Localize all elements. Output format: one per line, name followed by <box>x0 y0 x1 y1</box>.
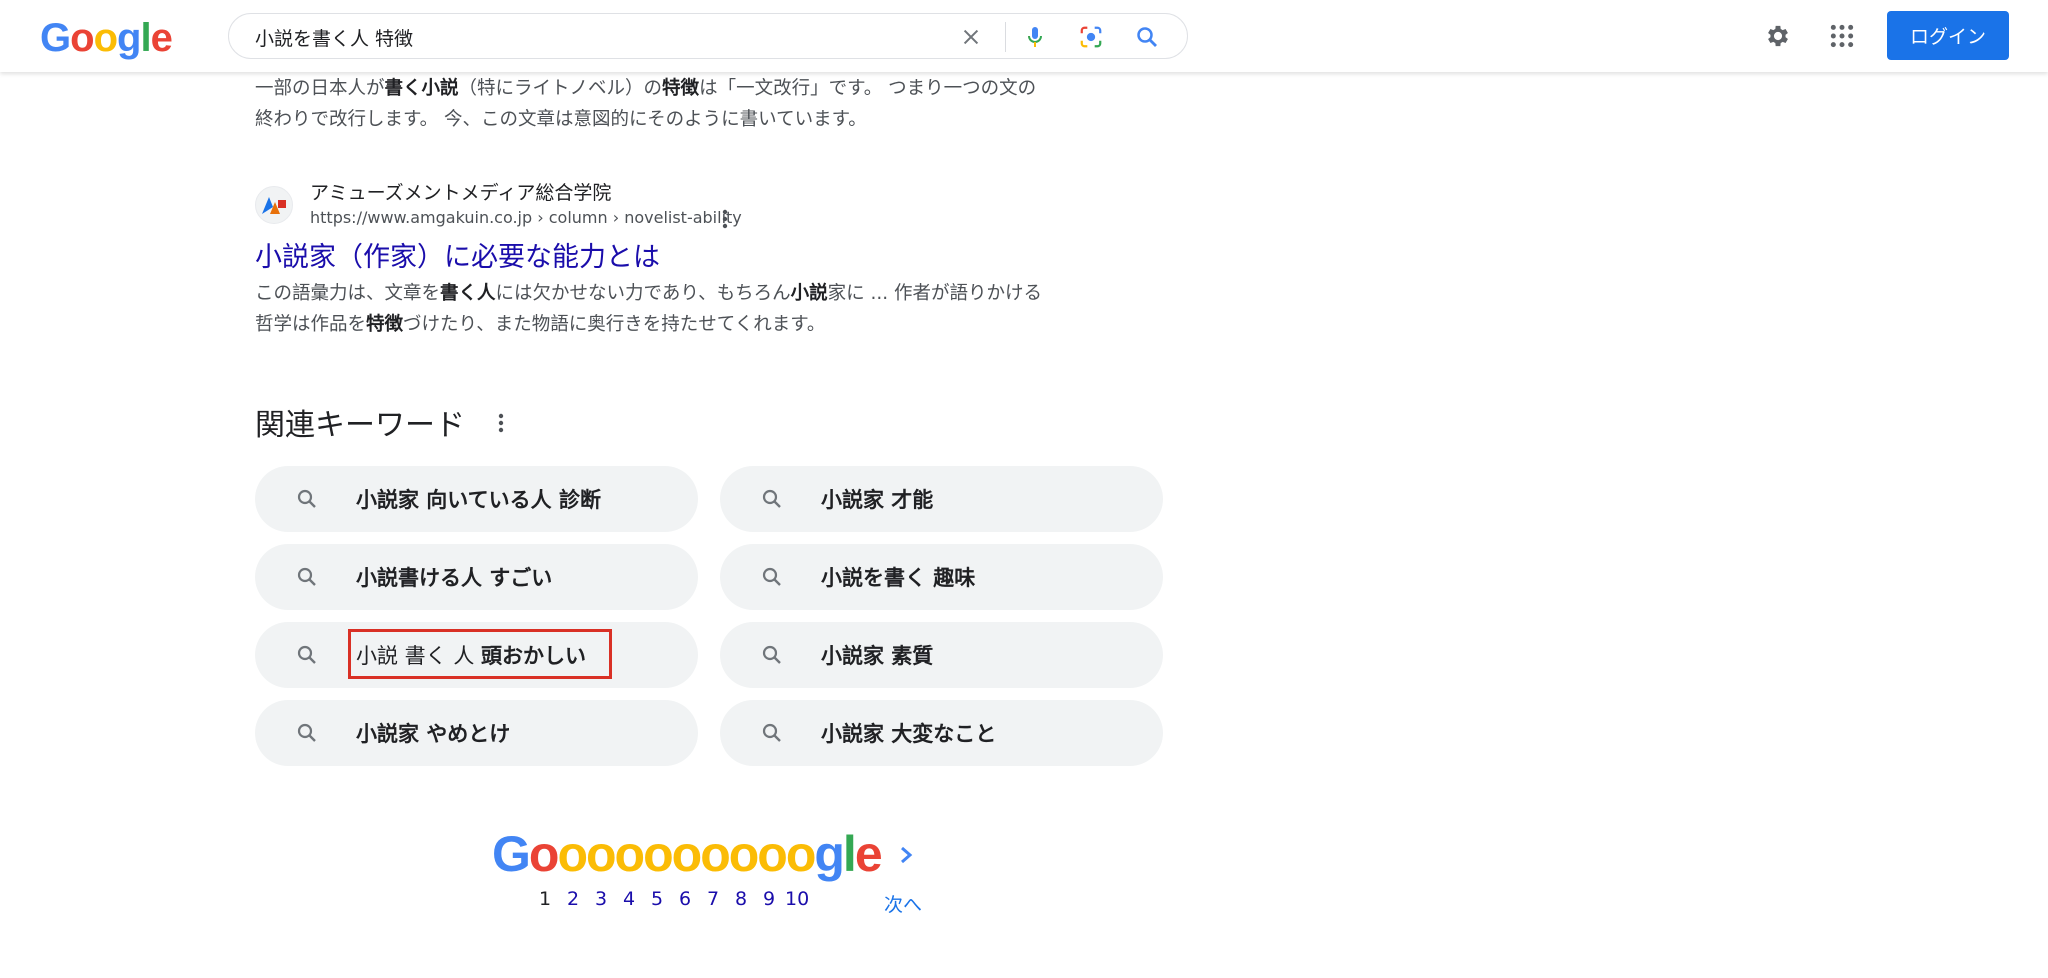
logo-letter: o <box>93 16 118 60</box>
pagination-logo-letter: o <box>728 826 760 882</box>
snippet-line: この語彙力は、文章を書く人には欠かせない力であり、もちろん小説家に ... 作者… <box>255 278 1095 309</box>
page-number-link[interactable]: 7 <box>707 888 719 910</box>
snippet-text: 一部の日本人が <box>255 78 385 99</box>
logo-letter: l <box>140 16 151 60</box>
related-keyword-chip[interactable]: 小説家 向いている人 診断 <box>255 466 698 532</box>
related-keyword-label: 小説家 才能 <box>821 488 934 512</box>
pagination-logo: Goooooooooogle <box>492 826 883 882</box>
page-number-link[interactable]: 5 <box>651 888 663 910</box>
related-keyword-chip[interactable]: 小説 書く 人 頭おかしい <box>255 622 698 688</box>
pagination-logo-letter: o <box>757 826 788 882</box>
related-keywords-heading: 関連キーワード <box>255 408 465 443</box>
pagination-logo-letter: o <box>671 826 703 882</box>
page-number-link[interactable]: 10 <box>785 888 809 910</box>
related-keyword-label: 小説を書く 趣味 <box>821 566 976 590</box>
previous-result-snippet: 一部の日本人が書く小説（特にライトノベル）の特徴は「一文改行」です。 つまり一つ… <box>255 73 1095 135</box>
page-number-link[interactable]: 3 <box>595 888 607 910</box>
logo-letter: G <box>40 16 71 60</box>
clear-icon[interactable] <box>959 25 983 49</box>
search-icon <box>295 643 319 667</box>
logo-letter: e <box>150 16 173 60</box>
next-page-chevron-icon[interactable] <box>893 840 919 870</box>
search-icon <box>760 487 784 511</box>
snippet-text: （特にライトノベル）の <box>458 78 663 99</box>
pagination-logo-letter: o <box>700 826 731 882</box>
related-keyword-label: 小説家 やめとけ <box>356 722 511 746</box>
related-keyword-chip[interactable]: 小説家 大変なこと <box>720 700 1163 766</box>
snippet-bold-term: 書く人 <box>440 283 496 304</box>
related-keyword-label: 小説家 大変なこと <box>821 722 997 746</box>
page-number-link[interactable]: 2 <box>567 888 579 910</box>
pagination-logo-letter: o <box>614 826 646 882</box>
login-button[interactable]: ログイン <box>1887 11 2009 60</box>
related-more-options-icon[interactable] <box>491 411 511 435</box>
page-number-link[interactable]: 6 <box>679 888 691 910</box>
search-icon <box>760 643 784 667</box>
snippet-text: づけたり、また物語に奥行きを持たせてくれます。 <box>403 314 826 335</box>
site-favicon[interactable] <box>255 186 293 224</box>
search-icon[interactable] <box>1135 25 1159 49</box>
next-page-link[interactable]: 次へ <box>884 890 922 917</box>
snippet-bold-term: 特徴 <box>662 78 700 99</box>
related-keyword-label: 小説家 素質 <box>821 644 934 668</box>
related-keyword-label: 小説書ける人 すごい <box>356 566 553 590</box>
related-keyword-chip[interactable]: 小説書ける人 すごい <box>255 544 698 610</box>
pagination-logo-letter: e <box>854 826 883 882</box>
search-divider <box>1005 22 1006 52</box>
snippet-bold-term: 特徴 <box>366 314 404 335</box>
related-keyword-chip[interactable]: 小説を書く 趣味 <box>720 544 1163 610</box>
pagination-logo-letter: g <box>814 826 845 882</box>
related-keyword-chip[interactable]: 小説家 やめとけ <box>255 700 698 766</box>
search-box[interactable] <box>228 13 1188 59</box>
pagination-logo-letter: o <box>643 826 674 882</box>
search-icon <box>760 721 784 745</box>
google-logo[interactable]: Google <box>40 16 173 60</box>
apps-grid-icon[interactable] <box>1828 22 1856 50</box>
camera-lens-icon[interactable] <box>1079 25 1103 49</box>
snippet-line: 終わりで改行します。 今、この文章は意図的にそのように書いています。 <box>255 109 867 130</box>
related-keyword-chip[interactable]: 小説家 素質 <box>720 622 1163 688</box>
search-icon <box>760 565 784 589</box>
snippet-line: 哲学は作品を特徴づけたり、また物語に奥行きを持たせてくれます。 <box>255 309 1095 340</box>
page-number-link[interactable]: 8 <box>735 888 747 910</box>
pagination-logo-letter: o <box>586 826 617 882</box>
result-snippet: この語彙力は、文章を書く人には欠かせない力であり、もちろん小説家に ... 作者… <box>255 278 1095 340</box>
site-name[interactable]: アミューズメントメディア総合学院 <box>310 178 611 205</box>
snippet-text: この語彙力は、文章を <box>255 283 441 304</box>
site-url[interactable]: https://www.amgakuin.co.jp › column › no… <box>310 208 742 227</box>
pagination-logo-letter: o <box>785 826 817 882</box>
snippet-text: は「一文改行」です。 つまり一つの文の <box>699 78 1037 99</box>
page-number-link[interactable]: 4 <box>623 888 635 910</box>
result-title-link[interactable]: 小説家（作家）に必要な能力とは <box>255 235 660 274</box>
search-icon <box>295 487 319 511</box>
search-icon <box>295 565 319 589</box>
pagination-logo-letter: o <box>557 826 588 882</box>
microphone-icon[interactable] <box>1023 25 1047 49</box>
search-icon <box>295 721 319 745</box>
snippet-text: 家に ... 作者が語りかける <box>827 283 1043 304</box>
logo-letter: o <box>70 16 94 60</box>
snippet-bold-term: 小説 <box>790 283 828 304</box>
gear-icon[interactable] <box>1764 22 1792 50</box>
logo-letter: g <box>117 16 141 60</box>
highlight-box <box>348 629 612 679</box>
header-bar: Google 小説を書く人 特徴 ログイン <box>0 0 2048 72</box>
snippet-text: 哲学は作品を <box>255 314 367 335</box>
more-options-icon[interactable] <box>715 207 735 231</box>
snippet-bold-term: 書く小説 <box>384 78 459 99</box>
pagination-logo-letter: l <box>842 826 857 882</box>
related-keyword-label: 小説家 向いている人 診断 <box>356 488 601 512</box>
pagination-logo-letter: o <box>528 826 560 882</box>
page-number-link[interactable]: 9 <box>763 888 775 910</box>
related-keyword-chip[interactable]: 小説家 才能 <box>720 466 1163 532</box>
search-input[interactable] <box>255 24 915 50</box>
current-page-number: 1 <box>539 888 552 910</box>
pagination-logo-letter: G <box>492 826 531 882</box>
snippet-text: には欠かせない力であり、もちろん <box>495 283 791 304</box>
snippet-line: 一部の日本人が書く小説（特にライトノベル）の特徴は「一文改行」です。 つまり一つ… <box>255 73 1095 104</box>
